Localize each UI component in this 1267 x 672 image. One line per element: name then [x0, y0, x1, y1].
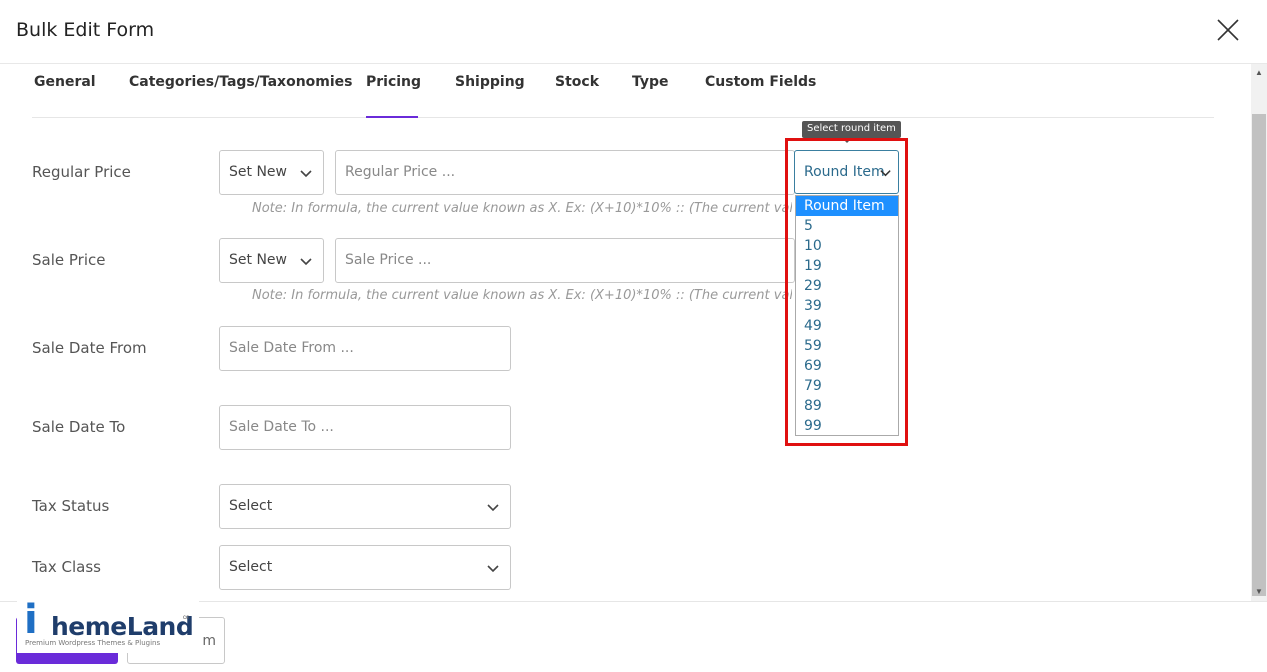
- round-option[interactable]: 99: [796, 416, 898, 436]
- round-item-dropdown: Round Item 5 10 19 29 39 49 59 69 79 89 …: [795, 195, 899, 436]
- regular-price-input[interactable]: Regular Price ...: [335, 150, 795, 195]
- logo-co-mark: co: [183, 615, 190, 621]
- round-option[interactable]: 59: [796, 336, 898, 356]
- chevron-down-icon: [880, 170, 891, 177]
- secondary-action-label: m: [202, 633, 216, 649]
- sale-date-from-label: Sale Date From: [32, 339, 147, 357]
- regular-price-label: Regular Price: [32, 163, 131, 181]
- tax-class-label: Tax Class: [32, 558, 101, 576]
- round-option[interactable]: 79: [796, 376, 898, 396]
- sale-date-to-input[interactable]: Sale Date To ...: [219, 405, 511, 450]
- tax-class-value: Select: [229, 559, 273, 575]
- modal-title: Bulk Edit Form: [16, 19, 155, 41]
- chevron-down-icon: [300, 170, 312, 178]
- round-item-select[interactable]: Round Item: [794, 150, 899, 194]
- scroll-thumb[interactable]: [1252, 114, 1266, 596]
- regular-price-placeholder: Regular Price ...: [345, 164, 456, 180]
- tab-categories-tags-taxonomies[interactable]: Categories/Tags/Taxonomies: [129, 74, 353, 118]
- sale-price-placeholder: Sale Price ...: [345, 252, 432, 268]
- scroll-up-arrow-icon[interactable]: ▲: [1251, 64, 1267, 82]
- tab-type[interactable]: Type: [632, 74, 669, 118]
- round-option[interactable]: 29: [796, 276, 898, 296]
- round-option[interactable]: 69: [796, 356, 898, 376]
- sale-price-operator-value: Set New: [229, 252, 287, 268]
- modal-header: Bulk Edit Form: [0, 0, 1267, 64]
- tab-stock[interactable]: Stock: [555, 74, 599, 118]
- round-item-tooltip: Select round item: [802, 121, 901, 143]
- tab-bar: General Categories/Tags/Taxonomies Prici…: [32, 64, 1214, 118]
- tax-status-select[interactable]: Select: [219, 484, 511, 529]
- round-item-value: Round Item: [804, 164, 885, 180]
- regular-price-note: Note: In formula, the current value know…: [252, 201, 792, 216]
- chevron-down-icon: [487, 504, 499, 512]
- tax-class-select[interactable]: Select: [219, 545, 511, 590]
- tab-custom-fields[interactable]: Custom Fields: [705, 74, 816, 118]
- logo-tagline: Premium Wordpress Themes & Plugins: [25, 639, 161, 647]
- scrollbar[interactable]: ▲ ▼: [1251, 64, 1267, 601]
- tax-status-label: Tax Status: [32, 497, 110, 515]
- scroll-down-arrow-icon[interactable]: ▼: [1251, 583, 1267, 601]
- regular-price-operator-select[interactable]: Set New: [219, 150, 324, 195]
- sale-price-operator-select[interactable]: Set New: [219, 238, 324, 283]
- round-option[interactable]: 89: [796, 396, 898, 416]
- round-option[interactable]: 5: [796, 216, 898, 236]
- logo-i-mark: i: [24, 597, 38, 643]
- close-icon: [1217, 19, 1239, 41]
- sale-price-note: Note: In formula, the current value know…: [252, 288, 792, 303]
- tab-general[interactable]: General: [34, 74, 96, 118]
- tab-pricing[interactable]: Pricing: [366, 74, 421, 118]
- regular-price-operator-value: Set New: [229, 164, 287, 180]
- round-option[interactable]: Round Item: [796, 196, 898, 216]
- sale-price-label: Sale Price: [32, 251, 106, 269]
- sale-date-from-placeholder: Sale Date From ...: [229, 340, 354, 356]
- close-button[interactable]: [1214, 16, 1242, 44]
- sale-date-to-placeholder: Sale Date To ...: [229, 419, 334, 435]
- tax-status-value: Select: [229, 498, 273, 514]
- sale-date-from-input[interactable]: Sale Date From ...: [219, 326, 511, 371]
- round-option[interactable]: 49: [796, 316, 898, 336]
- ithemeland-logo: i hemeLand co Premium Wordpress Themes &…: [17, 595, 199, 653]
- chevron-down-icon: [300, 258, 312, 266]
- logo-text: hemeLand: [51, 612, 194, 641]
- chevron-down-icon: [487, 565, 499, 573]
- tab-shipping[interactable]: Shipping: [455, 74, 525, 118]
- round-option[interactable]: 10: [796, 236, 898, 256]
- sale-price-input[interactable]: Sale Price ...: [335, 238, 795, 283]
- round-option[interactable]: 39: [796, 296, 898, 316]
- sale-date-to-label: Sale Date To: [32, 418, 126, 436]
- round-option[interactable]: 19: [796, 256, 898, 276]
